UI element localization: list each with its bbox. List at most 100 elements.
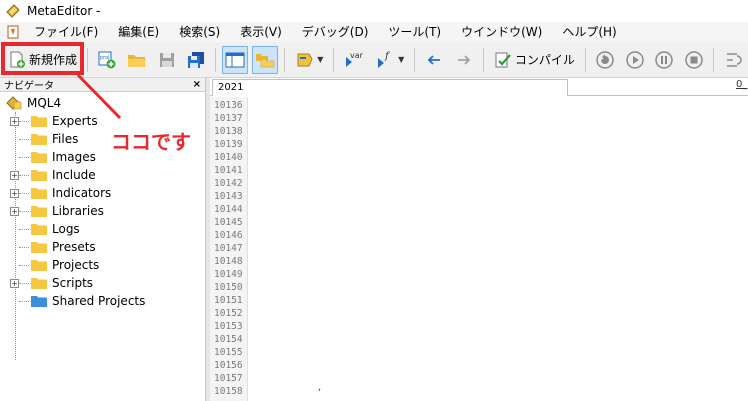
line-number: 10147 [214, 243, 243, 254]
window-title: MetaEditor - [27, 4, 101, 18]
line-number: 10154 [214, 334, 243, 345]
line-number: 10138 [214, 126, 243, 137]
line-number: 10156 [214, 360, 243, 371]
tree-branch-line [19, 156, 29, 158]
expand-plus-icon[interactable]: + [10, 116, 19, 126]
tree-branch-line [19, 192, 29, 194]
restart-button[interactable] [592, 46, 618, 74]
func-text: f [384, 51, 391, 62]
tree-branch-line [19, 264, 29, 266]
tree-branch-line [19, 282, 29, 284]
tree-root-mql4[interactable]: MQL4 [6, 94, 61, 112]
save-button[interactable] [154, 46, 180, 74]
line-number: 10155 [214, 347, 243, 358]
tree-item-label: Projects [52, 258, 100, 272]
tree-item[interactable]: + Include [10, 166, 96, 184]
new-file-button[interactable]: 新規作成 [4, 46, 81, 74]
line-number: 10136 [214, 100, 243, 111]
tree-item-label: Scripts [52, 276, 94, 290]
tree-branch-line [19, 300, 29, 302]
styler-icon [297, 53, 313, 66]
menu-view[interactable]: 表示(V) [230, 22, 292, 42]
save-all-icon [188, 51, 205, 68]
line-number: 10151 [214, 295, 243, 306]
tree-item-label: Shared Projects [52, 294, 146, 308]
line-number: 10141 [214, 165, 243, 176]
styler-button[interactable]: ▼ [291, 46, 327, 74]
new-project-button[interactable]: proj [94, 46, 120, 74]
menu-help[interactable]: ヘルプ(H) [552, 22, 626, 42]
line-number: 10137 [214, 113, 243, 124]
insert-function-button[interactable]: f ▼ [370, 46, 408, 74]
toggle-navigator-button[interactable] [222, 45, 249, 74]
code-text[interactable]: , [318, 382, 321, 393]
menu-window[interactable]: ウインドウ(W) [451, 22, 552, 42]
tree-item-label: Indicators [52, 186, 112, 200]
folder-icon [31, 242, 47, 253]
arrow-right-icon [458, 54, 471, 65]
tree-item[interactable]: + Indicators [10, 184, 111, 202]
tree-branch-line [19, 138, 29, 140]
menu-search[interactable]: 検索(S) [169, 22, 230, 42]
tree-item[interactable]: + Libraries [10, 202, 104, 220]
tree-item[interactable]: Files [10, 130, 78, 148]
forward-button[interactable] [451, 46, 477, 74]
compile-button[interactable]: コンパイル [490, 46, 579, 74]
toggle-toolbox-button[interactable] [252, 45, 279, 74]
document-menu-icon[interactable] [6, 25, 20, 39]
tree-item[interactable]: Shared Projects [10, 292, 145, 310]
expand-plus-icon[interactable]: + [10, 188, 19, 198]
line-number: 10139 [214, 139, 243, 150]
folder-icon [31, 170, 47, 181]
toolbar-separator [87, 47, 88, 72]
tree-item[interactable]: + Experts [10, 112, 98, 130]
toolbar-separator [584, 47, 586, 72]
start-debug-button[interactable] [622, 46, 648, 74]
line-number-gutter: 10136 10137 10138 10139 10140 10141 10142 10143… [210, 97, 248, 401]
folder-icon [31, 152, 47, 163]
stop-button[interactable] [681, 46, 707, 74]
code-editor[interactable]: 2021 0_ 10136 10137 10138 10139 10140 10141 10… [210, 78, 748, 401]
menu-file[interactable]: ファイル(F) [30, 22, 108, 42]
stop-icon [685, 50, 704, 69]
line-number: 10149 [214, 269, 243, 280]
line-number: 10146 [214, 230, 243, 241]
folder-icon [31, 116, 47, 127]
line-number: 10153 [214, 321, 243, 332]
tree-branch-line [19, 228, 29, 230]
tree-item[interactable]: + Scripts [10, 274, 93, 292]
editor-tab-overflow[interactable]: 0_ [736, 79, 747, 90]
insert-variable-button[interactable]: var [340, 46, 366, 74]
line-number: 10143 [214, 191, 243, 202]
menu-edit[interactable]: 編集(E) [108, 22, 169, 42]
compile-check-icon [495, 52, 511, 67]
step-into-button[interactable] [720, 46, 746, 74]
chevron-down-icon[interactable]: ▼ [317, 55, 323, 64]
pause-button[interactable] [652, 46, 678, 74]
editor-tab[interactable]: 2021 [212, 79, 568, 96]
open-button[interactable] [124, 46, 150, 74]
expand-plus-icon[interactable]: + [10, 206, 19, 216]
navigator-panel-icon [225, 52, 245, 67]
menu-debug[interactable]: デバッグ(D) [292, 22, 379, 42]
tree-item[interactable]: Images [10, 148, 96, 166]
back-button[interactable] [421, 46, 447, 74]
save-all-button[interactable] [184, 46, 210, 74]
tree-item[interactable]: Logs [10, 220, 80, 238]
menu-bar: ファイル(F) 編集(E) 検索(S) 表示(V) デバッグ(D) ツール(T)… [0, 22, 748, 42]
tree-item[interactable]: Presets [10, 238, 96, 256]
close-icon[interactable]: × [193, 79, 201, 90]
tree-item[interactable]: Projects [10, 256, 99, 274]
line-number: 10145 [214, 217, 243, 228]
expand-plus-icon[interactable]: + [10, 278, 19, 288]
chevron-down-icon[interactable]: ▼ [398, 55, 404, 64]
menu-tools[interactable]: ツール(T) [378, 22, 451, 42]
line-number: 10157 [214, 373, 243, 384]
expand-plus-icon[interactable]: + [10, 170, 19, 180]
toolbar-separator [215, 47, 217, 72]
